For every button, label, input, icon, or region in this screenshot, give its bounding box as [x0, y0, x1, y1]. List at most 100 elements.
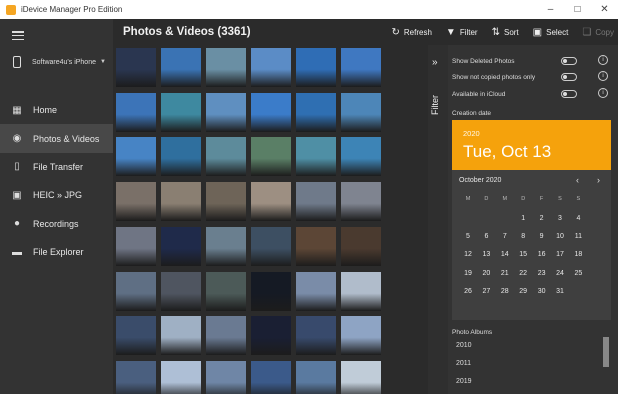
calendar-day[interactable]: 11	[569, 233, 587, 240]
not-copied-toggle[interactable]	[561, 73, 577, 81]
calendar-day[interactable]: 12	[459, 251, 477, 258]
calendar-day[interactable]: 28	[496, 288, 514, 295]
photo-thumbnail[interactable]	[116, 360, 156, 394]
photo-thumbnail[interactable]	[341, 137, 381, 177]
photo-thumbnail[interactable]	[251, 316, 291, 356]
photo-thumbnail[interactable]	[206, 316, 246, 356]
photo-thumbnail[interactable]	[206, 360, 246, 394]
photo-thumbnail[interactable]	[341, 92, 381, 132]
photo-thumbnail[interactable]	[296, 137, 336, 177]
sidebar-item-heic-jpg[interactable]: ▣ HEIC » JPG	[0, 181, 113, 209]
collapse-chevron-icon[interactable]: »	[432, 57, 438, 68]
photo-thumbnail[interactable]	[341, 360, 381, 394]
filter-side-tab[interactable]: » Filter	[428, 45, 448, 394]
photo-thumbnail[interactable]	[296, 271, 336, 311]
calendar-day[interactable]: 26	[459, 288, 477, 295]
photo-thumbnail[interactable]	[116, 48, 156, 87]
photo-thumbnail[interactable]	[116, 316, 156, 356]
calendar-day[interactable]: 27	[477, 288, 495, 295]
info-icon[interactable]: i	[598, 88, 608, 98]
photo-thumbnail[interactable]	[251, 48, 291, 87]
photo-thumbnail[interactable]	[206, 226, 246, 266]
photo-thumbnail[interactable]	[161, 360, 201, 394]
calendar-day[interactable]: 29	[514, 288, 532, 295]
calendar-day[interactable]: 1	[514, 215, 532, 222]
photo-thumbnail[interactable]	[341, 316, 381, 356]
photo-thumbnail[interactable]	[206, 48, 246, 87]
photo-thumbnail[interactable]	[116, 137, 156, 177]
calendar-day[interactable]: 8	[514, 233, 532, 240]
photo-thumbnail[interactable]	[341, 226, 381, 266]
close-button[interactable]: ✕	[591, 0, 618, 19]
calendar-day[interactable]: 2	[533, 215, 551, 222]
photo-thumbnail[interactable]	[161, 182, 201, 222]
icloud-toggle[interactable]	[561, 90, 577, 98]
album-item[interactable]: 2011	[456, 360, 471, 367]
albums-scrollbar[interactable]	[603, 337, 609, 367]
calendar-day[interactable]: 4	[569, 215, 587, 222]
photo-thumbnail[interactable]	[251, 226, 291, 266]
calendar-day[interactable]: 18	[569, 251, 587, 258]
album-item[interactable]: 2019	[456, 378, 472, 385]
calendar-year[interactable]: 2020	[463, 129, 480, 138]
calendar-month[interactable]: October 2020	[459, 177, 501, 184]
calendar-day[interactable]: 14	[496, 251, 514, 258]
photo-thumbnail[interactable]	[296, 48, 336, 87]
device-selector[interactable]: Software4u's iPhone ▼	[0, 51, 113, 73]
calendar-day[interactable]: 17	[551, 251, 569, 258]
calendar-day[interactable]: 25	[569, 270, 587, 277]
calendar-day[interactable]: 3	[551, 215, 569, 222]
sidebar-item-file-transfer[interactable]: ▯ File Transfer	[0, 153, 113, 181]
photo-thumbnail[interactable]	[161, 226, 201, 266]
sidebar-item-photos-videos[interactable]: ◉ Photos & Videos	[0, 124, 113, 153]
photo-thumbnail[interactable]	[251, 137, 291, 177]
photo-thumbnail[interactable]	[296, 316, 336, 356]
select-button[interactable]: ▣ Select	[533, 27, 569, 38]
album-item[interactable]: 2010	[456, 342, 472, 349]
photo-thumbnail[interactable]	[206, 137, 246, 177]
photo-thumbnail[interactable]	[116, 271, 156, 311]
calendar-day[interactable]: 16	[533, 251, 551, 258]
calendar-day[interactable]: 10	[551, 233, 569, 240]
photo-thumbnail[interactable]	[296, 226, 336, 266]
photo-thumbnail[interactable]	[161, 48, 201, 87]
show-deleted-toggle[interactable]	[561, 57, 577, 65]
sidebar-item-file-explorer[interactable]: ▬ File Explorer	[0, 238, 113, 266]
refresh-button[interactable]: ↻ Refresh	[392, 27, 432, 38]
photo-thumbnail[interactable]	[161, 271, 201, 311]
calendar-day[interactable]: 5	[459, 233, 477, 240]
photo-thumbnail[interactable]	[251, 92, 291, 132]
calendar-day[interactable]: 7	[496, 233, 514, 240]
calendar-day[interactable]: 6	[477, 233, 495, 240]
photo-thumbnail[interactable]	[251, 182, 291, 222]
sidebar-item-home[interactable]: ▦ Home	[0, 96, 113, 124]
photo-thumbnail[interactable]	[161, 92, 201, 132]
menu-icon[interactable]	[12, 31, 24, 41]
photo-thumbnail[interactable]	[206, 92, 246, 132]
filter-button[interactable]: ▼ Filter	[446, 27, 478, 38]
calendar-day[interactable]: 24	[551, 270, 569, 277]
photo-thumbnail[interactable]	[341, 48, 381, 87]
photo-thumbnail[interactable]	[296, 182, 336, 222]
photo-thumbnail[interactable]	[206, 182, 246, 222]
chevron-left-icon[interactable]: ‹	[576, 175, 579, 185]
photo-thumbnail[interactable]	[161, 316, 201, 356]
calendar-day[interactable]: 19	[459, 270, 477, 277]
sort-button[interactable]: ⇅ Sort	[492, 27, 519, 38]
info-icon[interactable]: i	[598, 71, 608, 81]
photo-thumbnail[interactable]	[161, 137, 201, 177]
photo-thumbnail[interactable]	[296, 92, 336, 132]
minimize-button[interactable]: –	[537, 0, 564, 19]
photo-thumbnail[interactable]	[206, 271, 246, 311]
copy-button[interactable]: ❏ Copy	[582, 27, 614, 38]
photo-thumbnail[interactable]	[251, 360, 291, 394]
chevron-right-icon[interactable]: ›	[597, 175, 600, 185]
calendar-day[interactable]: 13	[477, 251, 495, 258]
photo-thumbnail[interactable]	[116, 226, 156, 266]
calendar-day[interactable]: 21	[496, 270, 514, 277]
sidebar-item-recordings[interactable]: ● Recordings	[0, 210, 113, 238]
photo-thumbnail[interactable]	[116, 182, 156, 222]
calendar-day[interactable]: 31	[551, 288, 569, 295]
photo-thumbnail[interactable]	[251, 271, 291, 311]
calendar-day[interactable]: 20	[477, 270, 495, 277]
